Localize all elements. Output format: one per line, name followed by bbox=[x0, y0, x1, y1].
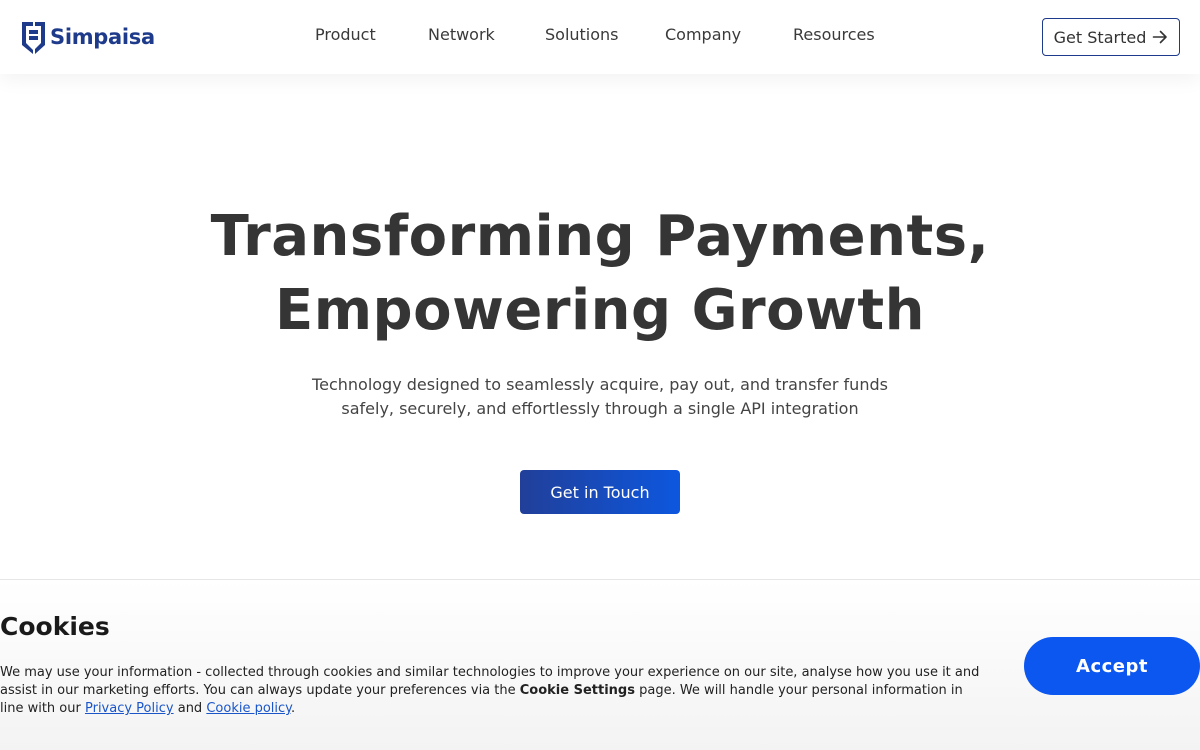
simpaisa-logo[interactable]: Simpaisa bbox=[20, 19, 155, 55]
hero-subtitle-line-1: Technology designed to seamlessly acquir… bbox=[312, 375, 888, 394]
cookie-banner: Cookies We may use your information - co… bbox=[0, 579, 1200, 750]
nav-item-company[interactable]: Company bbox=[665, 25, 741, 44]
hero-subtitle: Technology designed to seamlessly acquir… bbox=[0, 373, 1200, 421]
cookie-and-text: and bbox=[173, 701, 207, 716]
hero-subtitle-line-2: safely, securely, and effortlessly throu… bbox=[341, 399, 859, 418]
cookie-end-text: . bbox=[291, 701, 296, 716]
logo-text: Simpaisa bbox=[50, 25, 155, 49]
nav-item-resources[interactable]: Resources bbox=[793, 25, 875, 44]
get-started-label: Get Started bbox=[1053, 27, 1147, 47]
nav-item-solutions[interactable]: Solutions bbox=[545, 25, 619, 44]
privacy-policy-link[interactable]: Privacy Policy bbox=[85, 701, 174, 716]
hero-title-line-1: Transforming Payments, bbox=[210, 204, 990, 269]
cookie-text: We may use your information - collected … bbox=[0, 664, 990, 718]
get-started-button[interactable]: Get Started bbox=[1042, 18, 1180, 56]
cookie-title: Cookies bbox=[0, 612, 110, 641]
simpaisa-logo-icon bbox=[22, 22, 45, 54]
cookie-settings-label: Cookie Settings bbox=[519, 683, 635, 698]
hero-title: Transforming Payments, Empowering Growth bbox=[0, 200, 1200, 348]
arrow-right-icon bbox=[1153, 30, 1168, 44]
hero-title-line-2: Empowering Growth bbox=[274, 278, 926, 343]
nav-item-network[interactable]: Network bbox=[428, 25, 495, 44]
get-in-touch-button[interactable]: Get in Touch bbox=[520, 470, 680, 514]
accept-cookies-button[interactable]: Accept bbox=[1024, 637, 1200, 695]
site-header: Simpaisa Product Network Solutions Compa… bbox=[0, 0, 1200, 74]
cookie-policy-link[interactable]: Cookie policy bbox=[206, 701, 291, 716]
nav-item-product[interactable]: Product bbox=[315, 25, 376, 44]
